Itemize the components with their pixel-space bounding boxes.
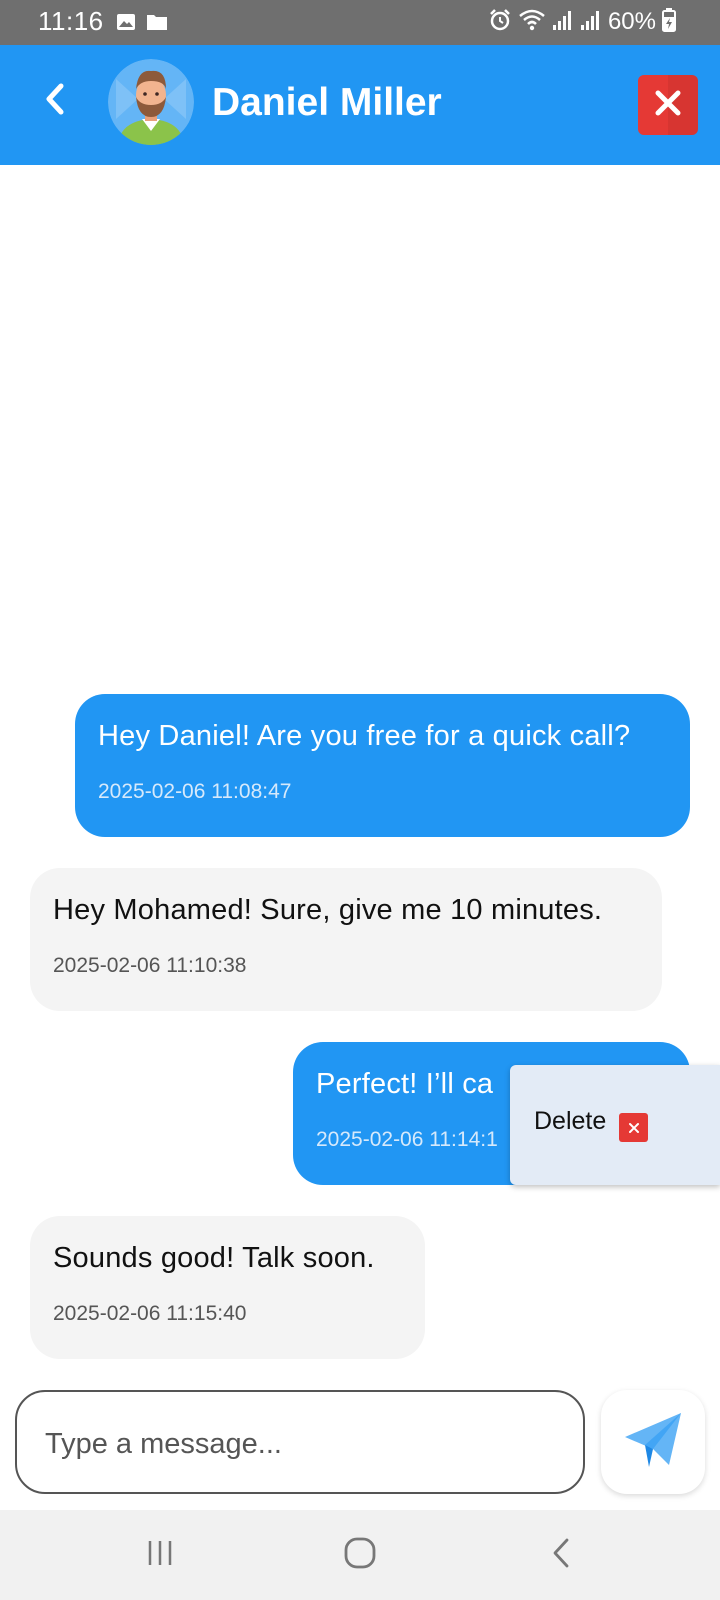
delete-label: Delete <box>534 1107 607 1135</box>
delete-menu-item[interactable]: Delete <box>510 1065 720 1185</box>
contact-name: Daniel Miller <box>212 81 442 124</box>
close-button[interactable] <box>638 75 698 135</box>
message-bubble-received[interactable]: Sounds good! Talk soon. 2025-02-06 11:15… <box>30 1216 425 1359</box>
system-nav-bar <box>0 1510 720 1600</box>
recent-apps-button[interactable] <box>130 1532 190 1578</box>
close-icon <box>654 89 682 122</box>
battery-icon <box>662 7 676 37</box>
battery-percent: 60% <box>607 8 656 35</box>
back-button[interactable] <box>30 75 82 127</box>
send-button[interactable] <box>601 1390 705 1494</box>
message-timestamp: 2025-02-06 11:08:47 <box>98 780 292 803</box>
chat-header: Daniel Miller <box>0 45 720 165</box>
chevron-left-icon <box>41 82 71 121</box>
message-timestamp: 2025-02-06 11:14:1 <box>316 1128 498 1151</box>
send-icon <box>623 1411 683 1474</box>
close-icon <box>619 1113 648 1142</box>
message-timestamp: 2025-02-06 11:15:40 <box>53 1302 247 1325</box>
message-text: Hey Mohamed! Sure, give me 10 minutes. <box>53 894 603 926</box>
message-bubble-received[interactable]: Hey Mohamed! Sure, give me 10 minutes. 2… <box>30 868 662 1011</box>
home-button[interactable] <box>330 1532 390 1578</box>
image-icon <box>116 12 136 37</box>
message-context-menu: Delete <box>510 1065 720 1185</box>
message-text: Sounds good! Talk soon. <box>53 1242 375 1274</box>
message-text: Hey Daniel! Are you free for a quick cal… <box>98 720 631 752</box>
message-input[interactable] <box>45 1422 555 1466</box>
alarm-icon <box>488 8 512 37</box>
message-input-container <box>15 1390 585 1494</box>
signal-icon <box>580 8 602 37</box>
wifi-icon <box>518 8 546 37</box>
message-text: Perfect! I’ll ca <box>316 1068 494 1100</box>
message-timestamp: 2025-02-06 11:10:38 <box>53 954 247 977</box>
signal-icon <box>552 8 574 37</box>
recent-apps-icon <box>145 1538 175 1573</box>
status-time: 11:16 <box>38 6 104 36</box>
status-icons: 60% <box>488 6 676 38</box>
avatar <box>108 59 194 145</box>
folder-icon <box>146 12 168 37</box>
home-icon <box>343 1536 377 1575</box>
status-bar: 11:16 60% <box>0 0 720 45</box>
nav-back-button[interactable] <box>532 1532 592 1578</box>
back-icon <box>550 1537 574 1574</box>
message-bubble-sent[interactable]: Hey Daniel! Are you free for a quick cal… <box>75 694 690 837</box>
